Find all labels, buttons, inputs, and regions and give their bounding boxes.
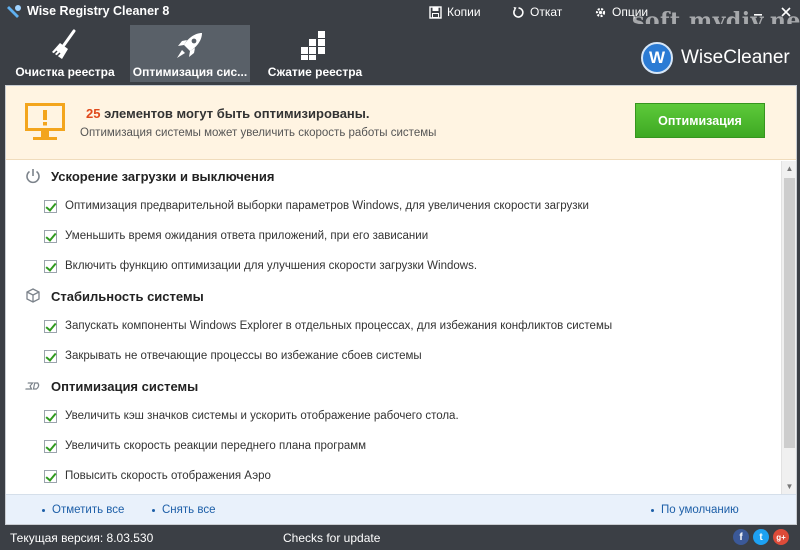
section-system-stability: Стабильность системы <box>24 286 204 306</box>
scroll-down-icon[interactable]: ▼ <box>782 479 796 494</box>
bullet-icon <box>42 508 45 512</box>
app-title: Wise Registry Cleaner 8 <box>27 4 170 18</box>
section-system-optimization-title: Оптимизация системы <box>51 378 199 394</box>
tab-registry-defrag-label: Сжатие реестра <box>267 65 363 79</box>
uncheck-all-link[interactable]: Снять все <box>152 504 215 516</box>
list-item[interactable]: Запускать компоненты Windows Explorer в … <box>44 317 612 335</box>
main-panel: 25 элементов могут быть оптимизированы. … <box>5 85 797 525</box>
bullet-icon <box>651 508 654 512</box>
section-boot-shutdown: Ускорение загрузки и выключения <box>24 166 274 186</box>
default-label: По умолчанию <box>661 504 739 516</box>
item-label: Запускать компоненты Windows Explorer в … <box>65 320 613 332</box>
item-checkbox[interactable] <box>44 199 57 213</box>
section-boot-shutdown-title: Ускорение загрузки и выключения <box>51 168 275 184</box>
item-checkbox[interactable] <box>44 259 57 273</box>
summary-banner: 25 элементов могут быть оптимизированы. … <box>6 86 796 160</box>
backups-label: Копии <box>447 5 481 19</box>
tab-registry-defrag[interactable]: Сжатие реестра <box>260 25 370 82</box>
version-text: Текущая версия: 8.03.530 <box>10 531 154 545</box>
cube-icon <box>26 288 40 303</box>
options-label: Опции <box>612 5 649 19</box>
item-label: Уменьшить время ожидания ответа приложен… <box>65 230 429 242</box>
section-system-stability-title: Стабильность системы <box>51 288 204 304</box>
monitor-warning-icon <box>25 103 65 140</box>
rocket-icon <box>177 33 202 58</box>
list-item[interactable]: Повысить скорость отображения Аэро <box>44 467 271 485</box>
restore-label: Откат <box>530 5 563 19</box>
broom-icon <box>52 29 76 59</box>
gear-icon <box>595 7 606 17</box>
save-icon <box>429 5 442 19</box>
title-bar: Wise Registry Cleaner 8 Копии Откат Опци… <box>0 0 800 34</box>
item-checkbox[interactable] <box>44 349 57 363</box>
wisecleaner-badge: W <box>641 42 673 74</box>
close-icon <box>781 7 791 17</box>
item-label: Увеличить кэш значков системы и ускорить… <box>65 410 459 422</box>
item-label: Включить функцию оптимизации для улучшен… <box>65 260 478 272</box>
twitter-icon[interactable]: t <box>753 529 769 545</box>
item-label: Повысить скорость отображения Аэро <box>65 470 271 482</box>
scroll-up-icon[interactable]: ▲ <box>782 161 796 176</box>
tab-system-optimizer-label: Оптимизация сис... <box>132 65 248 79</box>
minimize-icon <box>754 14 762 16</box>
item-checkbox[interactable] <box>44 319 57 333</box>
item-checkbox[interactable] <box>44 439 57 453</box>
list-item[interactable]: Включить функцию оптимизации для улучшен… <box>44 257 477 275</box>
header: Очистка реестра Оптимизация сис... Сжати… <box>0 24 800 85</box>
section-system-optimization: Оптимизация системы <box>24 376 198 396</box>
item-label: Оптимизация предварительной выборки пара… <box>65 200 589 212</box>
restore-button[interactable]: Откат <box>512 4 562 20</box>
options-button[interactable]: Опции <box>594 4 648 20</box>
item-label: Увеличить скорость реакции переднего пла… <box>65 440 367 452</box>
window-controls <box>744 0 800 24</box>
facebook-icon[interactable]: f <box>733 529 749 545</box>
app-logo-icon <box>7 5 21 18</box>
banner-headline-text: элементов могут быть оптимизированы. <box>100 106 370 121</box>
item-checkbox[interactable] <box>44 229 57 243</box>
3d-icon <box>25 382 40 390</box>
list-item[interactable]: Увеличить кэш значков системы и ускорить… <box>44 407 459 425</box>
list-item[interactable]: Увеличить скорость реакции переднего пла… <box>44 437 366 455</box>
selection-footer: Отметить все Снять все По умолчанию <box>6 494 796 524</box>
vertical-scrollbar[interactable]: ▲ ▼ <box>781 161 796 494</box>
scroll-thumb[interactable] <box>784 178 795 448</box>
optimization-list: Ускорение загрузки и выключения Оптимиза… <box>6 161 780 494</box>
item-label: Закрывать не отвечающие процессы во избе… <box>65 350 422 362</box>
item-checkbox[interactable] <box>44 469 57 483</box>
list-item[interactable]: Уменьшить время ожидания ответа приложен… <box>44 227 428 245</box>
backups-button[interactable]: Копии <box>429 4 481 20</box>
wisecleaner-name: WiseCleaner <box>681 47 790 68</box>
list-item[interactable]: Оптимизация предварительной выборки пара… <box>44 197 589 215</box>
optimizable-count: 25 <box>86 106 101 121</box>
optimize-button[interactable]: Оптимизация <box>635 103 765 138</box>
googleplus-icon[interactable]: g+ <box>773 529 789 545</box>
uncheck-all-label: Снять все <box>162 504 216 516</box>
blocks-icon <box>301 31 325 60</box>
banner-headline: 25 элементов могут быть оптимизированы. <box>86 106 370 121</box>
tab-registry-cleaner-label: Очистка реестра <box>15 65 115 79</box>
check-all-link[interactable]: Отметить все <box>42 504 124 516</box>
tab-registry-cleaner[interactable]: Очистка реестра <box>8 25 122 82</box>
check-all-label: Отметить все <box>52 504 125 516</box>
status-bar: Текущая версия: 8.03.530 Checks for upda… <box>0 525 800 550</box>
restore-icon <box>513 6 524 18</box>
minimize-button[interactable] <box>744 0 772 24</box>
list-item[interactable]: Закрывать не отвечающие процессы во избе… <box>44 347 422 365</box>
default-link[interactable]: По умолчанию <box>651 504 739 516</box>
banner-subtitle: Оптимизация системы может увеличить скор… <box>80 127 437 139</box>
item-checkbox[interactable] <box>44 409 57 423</box>
wisecleaner-logo[interactable]: W WiseCleaner <box>641 42 790 74</box>
bullet-icon <box>152 508 155 512</box>
tab-system-optimizer[interactable]: Оптимизация сис... <box>130 25 250 82</box>
power-icon <box>26 169 40 184</box>
check-update-link[interactable]: Checks for update <box>283 531 380 545</box>
close-button[interactable] <box>772 0 800 24</box>
